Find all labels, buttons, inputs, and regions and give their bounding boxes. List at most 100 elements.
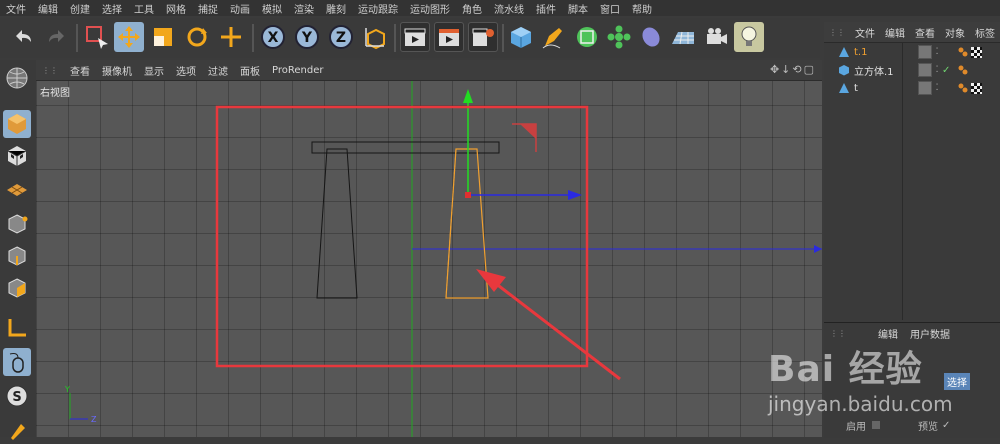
menu-item-14[interactable]: 流水线: [488, 1, 530, 16]
phong-tag-icon[interactable]: [958, 65, 968, 75]
menu-item-7[interactable]: 动画: [224, 1, 256, 16]
rotate-tool-button[interactable]: [182, 22, 212, 52]
texture-tag-icon[interactable]: [971, 46, 982, 58]
viewport-menu-display[interactable]: 显示: [138, 63, 170, 78]
lock-z-axis-button[interactable]: Z: [326, 22, 356, 52]
menu-item-13[interactable]: 角色: [456, 1, 488, 16]
visibility-toggle[interactable]: [918, 63, 932, 77]
viewport-menu-filter[interactable]: 过滤: [202, 63, 234, 78]
enabled-check[interactable]: ✓: [942, 65, 952, 76]
move-tool-button[interactable]: [114, 22, 144, 52]
menu-item-16[interactable]: 脚本: [562, 1, 594, 16]
menu-item-12[interactable]: 运动图形: [404, 1, 456, 16]
texture-mode-button[interactable]: [3, 142, 31, 170]
selection-tool-button[interactable]: [82, 22, 112, 52]
menu-item-2[interactable]: 创建: [64, 1, 96, 16]
cloner-button[interactable]: [604, 22, 634, 52]
camera-button[interactable]: [702, 22, 732, 52]
table-top-object: [311, 141, 500, 154]
panel-grip-icon: ⋮⋮: [830, 328, 846, 338]
live-selection-button[interactable]: [216, 22, 246, 52]
redo-button[interactable]: [42, 22, 72, 52]
coordinate-system-button[interactable]: [360, 22, 390, 52]
x-axis-icon: X: [261, 25, 285, 49]
points-mode-button[interactable]: [3, 210, 31, 238]
object-row-cube1[interactable]: 立方体.1 ⁚ ✓: [824, 61, 1000, 79]
brush-icon: [11, 424, 25, 440]
deformer-button[interactable]: [636, 22, 666, 52]
menu-item-10[interactable]: 雕刻: [320, 1, 352, 16]
obj-menu-tags[interactable]: 标签: [970, 25, 1000, 40]
annotation-arrow-line: [485, 274, 621, 381]
light-bulb-icon: [741, 26, 757, 46]
sculpt-brush-button[interactable]: [3, 416, 31, 444]
visibility-toggle[interactable]: [918, 81, 932, 95]
cube-primitive-button[interactable]: [506, 22, 536, 52]
snap-button[interactable]: S: [3, 382, 31, 410]
edges-mode-button[interactable]: [3, 242, 31, 270]
viewport-scene: Y Z: [64, 81, 822, 437]
model-mode-button[interactable]: [3, 110, 31, 138]
render-picture-viewer-button[interactable]: [434, 22, 464, 52]
menu-item-11[interactable]: 运动跟踪: [352, 1, 404, 16]
light-button[interactable]: [734, 22, 764, 52]
attr-menu-userdata[interactable]: 用户数据: [904, 326, 956, 341]
bend-deformer-icon: [839, 83, 849, 93]
menu-item-6[interactable]: 捕捉: [192, 1, 224, 16]
menu-item-9[interactable]: 渲染: [288, 1, 320, 16]
viewport-menu-bar: ⋮⋮ 查看 摄像机 显示 选项 过滤 面板 ProRender ✥↓⟲▢: [36, 60, 822, 81]
menu-item-5[interactable]: 网格: [160, 1, 192, 16]
tweak-mode-button[interactable]: [3, 348, 31, 376]
lock-y-axis-button[interactable]: Y: [292, 22, 322, 52]
viewport-menu-camera[interactable]: 摄像机: [96, 63, 138, 78]
move-icon: [118, 26, 140, 48]
polygons-cube-icon: [8, 278, 26, 298]
viewport-navigation-icons[interactable]: ✥↓⟲▢: [770, 63, 816, 76]
preview-label: 预览: [918, 421, 938, 433]
obj-menu-file[interactable]: 文件: [850, 25, 880, 40]
viewport-menu-panel[interactable]: 面板: [234, 63, 266, 78]
menu-item-18[interactable]: 帮助: [626, 1, 658, 16]
object-row-t[interactable]: t ⁚: [824, 79, 1000, 97]
menu-item-15[interactable]: 插件: [530, 1, 562, 16]
render-dots[interactable]: ⁚: [932, 47, 942, 57]
obj-menu-view[interactable]: 查看: [910, 25, 940, 40]
floor-button[interactable]: [668, 22, 698, 52]
preview-check[interactable]: ✓: [942, 420, 950, 431]
polygons-mode-button[interactable]: [3, 274, 31, 302]
panel-grip-icon: ⋮⋮: [829, 27, 845, 37]
render-dots[interactable]: ⁚: [932, 83, 942, 93]
phong-tag-icon[interactable]: [958, 47, 968, 57]
viewport-right-view[interactable]: Y Z 右视图: [36, 81, 822, 437]
main-toolbar: X Y Z: [0, 18, 820, 58]
attr-menu-edit[interactable]: 编辑: [852, 326, 904, 341]
enable-checkbox[interactable]: [872, 421, 880, 429]
make-editable-button[interactable]: [3, 64, 31, 92]
viewport-menu-options[interactable]: 选项: [170, 63, 202, 78]
render-dots[interactable]: ⁚: [932, 65, 942, 75]
menu-item-3[interactable]: 选择: [96, 1, 128, 16]
menu-item-0[interactable]: 文件: [0, 1, 32, 16]
texture-tag-icon[interactable]: [971, 82, 982, 94]
scale-tool-button[interactable]: [148, 22, 178, 52]
workplane-mode-button[interactable]: [3, 174, 31, 202]
object-row-t1[interactable]: t.1 ⁚: [824, 43, 1000, 61]
menu-item-1[interactable]: 编辑: [32, 1, 64, 16]
render-view-button[interactable]: [400, 22, 430, 52]
undo-button[interactable]: [8, 22, 38, 52]
axis-mode-button[interactable]: [3, 314, 31, 342]
viewport-menu-prorender[interactable]: ProRender: [266, 65, 329, 76]
phong-tag-icon[interactable]: [958, 83, 968, 93]
viewport-menu-view[interactable]: 查看: [64, 63, 96, 78]
spline-pen-button[interactable]: [538, 22, 568, 52]
render-settings-button[interactable]: [468, 22, 498, 52]
lock-x-axis-button[interactable]: X: [258, 22, 288, 52]
menu-item-17[interactable]: 窗口: [594, 1, 626, 16]
obj-menu-object[interactable]: 对象: [940, 25, 970, 40]
subdivision-surface-button[interactable]: [572, 22, 602, 52]
selection-badge[interactable]: 选择: [944, 373, 970, 390]
menu-item-8[interactable]: 模拟: [256, 1, 288, 16]
menu-item-4[interactable]: 工具: [128, 1, 160, 16]
obj-menu-edit[interactable]: 编辑: [880, 25, 910, 40]
visibility-toggle[interactable]: [918, 45, 932, 59]
